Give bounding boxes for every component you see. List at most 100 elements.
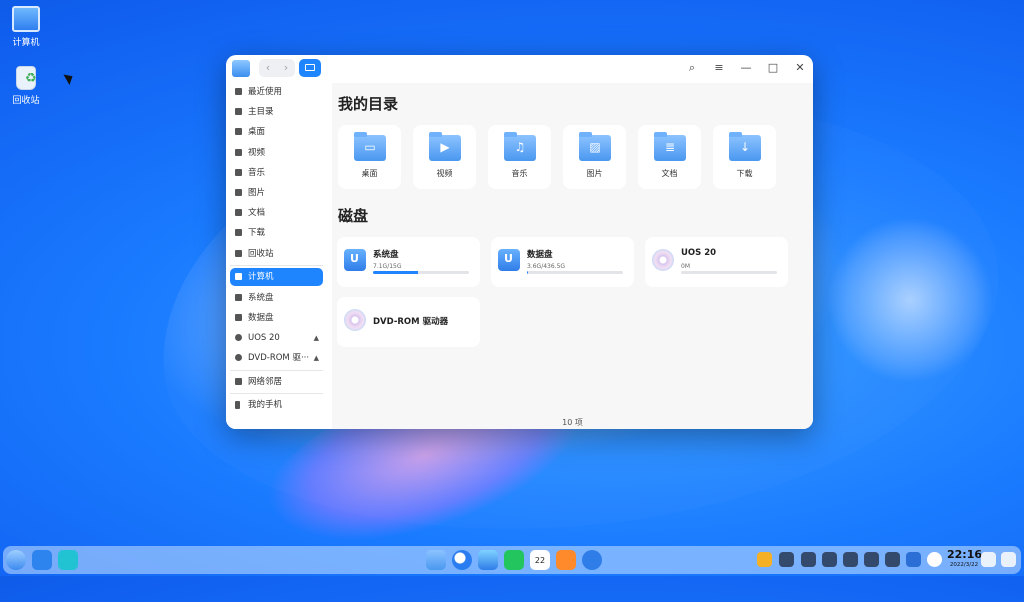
network-icon (235, 378, 242, 385)
dir-card-label: 文档 (661, 169, 678, 178)
forward-button[interactable]: › (277, 59, 295, 77)
desktop-icon-computer[interactable]: 计算机 (0, 6, 54, 48)
sidebar-item-phone[interactable]: 我的手机 (230, 396, 323, 414)
dir-card-label: 音乐 (511, 169, 528, 178)
sidebar-item-documents[interactable]: 文档 (230, 204, 323, 222)
clock[interactable]: 22:16 2022/3/22 (947, 548, 983, 569)
sidebar-item-music[interactable]: 音乐 (230, 164, 323, 182)
app-store-icon[interactable] (556, 550, 576, 570)
assistant-icon[interactable] (906, 552, 921, 567)
disk-icon (235, 294, 242, 301)
sidebar-item-label: 文档 (248, 208, 266, 218)
music-icon (235, 169, 242, 176)
desktop-icon-trash[interactable]: 回收站 (0, 66, 54, 106)
optical-disc-icon (652, 249, 674, 271)
disk-card-uos20[interactable]: UOS 20 0M (645, 237, 788, 287)
disk-name: DVD-ROM 驱动器 (373, 317, 449, 327)
sidebar-item-label: 数据盘 (248, 313, 274, 323)
disk-usage-text: 3.6G/436.5G (527, 263, 566, 270)
video-folder-icon: ▶ (429, 132, 461, 161)
network-tray-icon[interactable] (864, 552, 879, 567)
disks-title: 磁盘 (338, 207, 369, 225)
volume-icon[interactable] (822, 552, 837, 567)
usb-icon[interactable] (801, 552, 816, 567)
back-button[interactable]: ‹ (259, 59, 277, 77)
file-manager-icon[interactable] (232, 60, 250, 77)
sidebar-item-dvd-rom[interactable]: DVD-ROM 驱··· ▲ (230, 349, 323, 367)
sidebar-item-label: 下载 (248, 228, 266, 238)
music-player-icon[interactable] (504, 550, 524, 570)
optical-icon (235, 334, 242, 341)
disk-card-data[interactable]: 数据盘 3.6G/436.5G (491, 237, 634, 287)
computer-icon (12, 6, 40, 32)
calendar-icon[interactable]: 22 (530, 550, 550, 570)
folder-symbol: ▶ (440, 140, 450, 154)
download-folder-icon: ↓ (729, 132, 761, 161)
video-icon (235, 149, 242, 156)
power-icon[interactable] (927, 552, 942, 567)
disk-card-dvd-rom[interactable]: DVD-ROM 驱动器 (337, 297, 480, 347)
disk-name: UOS 20 (681, 248, 717, 258)
eject-icon[interactable]: ▲ (314, 349, 319, 367)
notification-center-icon[interactable] (1001, 552, 1016, 567)
dir-card-documents[interactable]: ≣ 文档 (638, 125, 701, 189)
minimize-button[interactable]: — (738, 60, 754, 76)
home-icon (235, 108, 242, 115)
file-manager-window: ‹ › ⌕ ≡ — □ ✕ 最近使用 主目录 桌面 视频 音乐 图片 文档 下载… (226, 55, 813, 429)
sidebar-item-label: DVD-ROM 驱··· (248, 353, 310, 363)
search-icon[interactable]: ⌕ (684, 60, 700, 76)
multitask-view-icon[interactable] (58, 550, 78, 570)
launcher-icon[interactable] (6, 550, 26, 570)
dir-card-downloads[interactable]: ↓ 下载 (713, 125, 776, 189)
sidebar-item-system-disk[interactable]: 系统盘 (230, 289, 323, 307)
show-desktop-icon[interactable] (32, 550, 52, 570)
sidebar-item-label: 主目录 (248, 107, 274, 117)
sidebar-divider (230, 370, 323, 371)
expand-tray-icon[interactable] (885, 552, 900, 567)
sidebar-item-pictures[interactable]: 图片 (230, 184, 323, 202)
dir-card-label: 图片 (586, 169, 603, 178)
keyboard-icon[interactable] (779, 552, 794, 567)
close-button[interactable]: ✕ (792, 60, 808, 76)
picture-folder-icon: ▨ (579, 132, 611, 161)
clipboard-icon[interactable] (981, 552, 996, 567)
sidebar-item-downloads[interactable]: 下载 (230, 224, 323, 242)
sidebar-item-network[interactable]: 网络邻居 (230, 373, 323, 391)
eject-icon[interactable]: ▲ (314, 329, 319, 347)
sidebar-item-home[interactable]: 主目录 (230, 103, 323, 121)
image-viewer-icon[interactable] (478, 550, 498, 570)
computer-view-button[interactable] (299, 59, 321, 77)
menu-icon[interactable]: ≡ (711, 60, 727, 76)
browser-icon[interactable] (452, 550, 472, 570)
dir-card-music[interactable]: ♫ 音乐 (488, 125, 551, 189)
maximize-button[interactable]: □ (765, 60, 781, 76)
sidebar-item-label: 系统盘 (248, 293, 274, 303)
disk-card-system[interactable]: 系统盘 7.1G/15G (337, 237, 480, 287)
clock-time: 22:16 (947, 548, 983, 561)
sidebar-item-label: UOS 20 (248, 333, 280, 343)
desktop-icon-label: 计算机 (12, 38, 40, 48)
wallpaper-swoosh-right (820, 210, 1020, 410)
desktop-icon (235, 128, 242, 135)
settings-gear-icon[interactable] (582, 550, 602, 570)
folder-symbol: ♫ (514, 140, 526, 154)
dir-card-pictures[interactable]: ▨ 图片 (563, 125, 626, 189)
dir-card-videos[interactable]: ▶ 视频 (413, 125, 476, 189)
sidebar-item-desktop[interactable]: 桌面 (230, 123, 323, 141)
sidebar-item-computer[interactable]: 计算机 (230, 268, 323, 286)
pen-icon[interactable] (843, 552, 858, 567)
download-icon (235, 229, 242, 236)
music-folder-icon: ♫ (504, 132, 536, 161)
sidebar-item-data-disk[interactable]: 数据盘 (230, 309, 323, 327)
folder-symbol: ▭ (364, 140, 376, 154)
file-manager-dock-icon[interactable] (426, 550, 446, 570)
sidebar-item-videos[interactable]: 视频 (230, 144, 323, 162)
dir-card-desktop[interactable]: ▭ 桌面 (338, 125, 401, 189)
sidebar-item-uos20[interactable]: UOS 20 ▲ (230, 329, 323, 347)
sidebar-item-trash[interactable]: 回收站 (230, 245, 323, 263)
dir-card-label: 视频 (436, 169, 453, 178)
sidebar-item-label: 图片 (248, 188, 266, 198)
sidebar-item-recent[interactable]: 最近使用 (230, 83, 323, 101)
dir-card-label: 下载 (736, 169, 753, 178)
notification-tray-icon[interactable] (757, 552, 772, 567)
